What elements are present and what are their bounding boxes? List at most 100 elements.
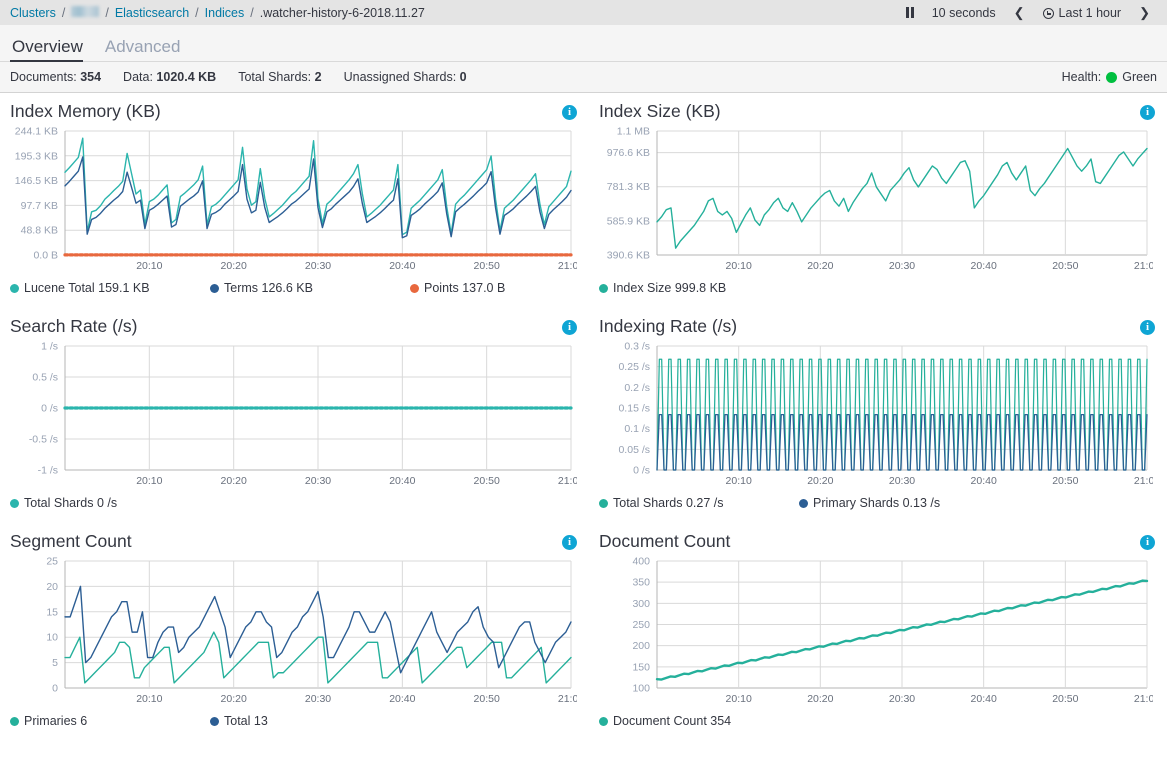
chart-segment-count: 0 5 10 15 20 25 20:10 20:20 20:30 20:40 20:50 21:00 [10, 555, 577, 710]
breadcrumb-separator: / [61, 5, 66, 20]
svg-text:5: 5 [52, 657, 58, 669]
legend-item[interactable]: Total Shards 0 /s [10, 496, 117, 510]
svg-text:20:50: 20:50 [474, 475, 500, 487]
breadcrumb-item-current-index: .watcher-history-6-2018.11.27 [259, 5, 425, 20]
time-range-picker[interactable]: Last 1 hour [1034, 0, 1131, 25]
refresh-interval-button[interactable]: 10 seconds [923, 0, 1005, 25]
svg-text:15: 15 [46, 606, 58, 618]
svg-text:20:10: 20:10 [726, 693, 752, 705]
breadcrumb-item-clusters[interactable]: Clusters [10, 6, 56, 20]
status-data: Data: 1020.4 KB [123, 70, 216, 84]
time-controls: 10 seconds ❮ Last 1 hour ❯ [897, 0, 1159, 25]
status-unassigned-shards-value: 0 [459, 70, 467, 84]
svg-text:20:20: 20:20 [807, 475, 833, 487]
legend-color-dot-icon [210, 283, 219, 293]
breadcrumb: Clusters / / Elasticsearch / Indices / .… [10, 6, 425, 20]
legend-label: Document Count 354 [613, 714, 732, 728]
svg-text:0.15 /s: 0.15 /s [618, 403, 650, 415]
health-label: Health: [1061, 70, 1102, 84]
panel-header: Segment Count i [10, 529, 577, 555]
legend-item[interactable]: Total Shards 0.27 /s [599, 496, 723, 510]
info-icon[interactable]: i [1140, 319, 1155, 335]
status-total-shards-label: Total Shards: [238, 70, 312, 84]
svg-text:21:00: 21:00 [1134, 260, 1153, 272]
svg-text:781.3 KB: 781.3 KB [607, 181, 650, 193]
svg-text:350: 350 [632, 577, 650, 589]
status-unassigned-shards-label: Unassigned Shards: [343, 70, 457, 84]
svg-text:0.1 /s: 0.1 /s [624, 423, 650, 435]
status-data-label: Data: [123, 70, 153, 84]
svg-text:150: 150 [632, 661, 650, 673]
svg-text:20:10: 20:10 [136, 693, 162, 705]
svg-text:20:50: 20:50 [1052, 475, 1078, 487]
svg-text:20:20: 20:20 [221, 475, 247, 487]
chart-document-count: 100 150 200 250 300 350 400 20:10 20:20 20:30 20:4… [599, 555, 1155, 710]
svg-text:100: 100 [632, 683, 650, 695]
svg-text:20:30: 20:30 [305, 260, 331, 272]
legend-item[interactable]: Terms 126.6 KB [210, 281, 313, 295]
info-icon[interactable]: i [562, 534, 577, 550]
svg-text:0.0 B: 0.0 B [33, 250, 58, 262]
chart-indexing-rate: 0 /s 0.05 /s 0.1 /s 0.15 /s 0.2 /s 0.25 /s 0.3… [599, 340, 1155, 492]
legend-color-dot-icon [410, 283, 419, 293]
status-data-value: 1020.4 KB [156, 70, 217, 84]
svg-text:20:10: 20:10 [726, 475, 752, 487]
svg-text:400: 400 [632, 556, 650, 568]
svg-text:0 /s: 0 /s [41, 403, 58, 415]
legend-document-count: Document Count 354 [599, 712, 1155, 730]
info-icon[interactable]: i [1140, 104, 1155, 120]
page-title-index-memory: Index Memory (KB) [10, 101, 161, 122]
tab-overview[interactable]: Overview [10, 38, 91, 62]
breadcrumb-separator: / [105, 5, 109, 20]
breadcrumb-separator: / [250, 5, 254, 20]
svg-text:0.05 /s: 0.05 /s [618, 444, 650, 456]
legend-item[interactable]: Primary Shards 0.13 /s [799, 496, 940, 510]
legend-item[interactable]: Points 137.0 B [410, 281, 505, 295]
legend-search-rate: Total Shards 0 /s [10, 494, 577, 512]
svg-text:20:50: 20:50 [1052, 693, 1078, 705]
status-documents-label: Documents: [10, 70, 77, 84]
info-icon[interactable]: i [562, 319, 577, 335]
tab-advanced[interactable]: Advanced [103, 38, 189, 61]
previous-time-range-button[interactable]: ❮ [1005, 0, 1034, 25]
legend-color-dot-icon [599, 283, 608, 293]
svg-text:20:50: 20:50 [474, 260, 500, 272]
panel-index-size: Index Size (KB) i 390.6 KB 585.9 KB 781.3 … [589, 93, 1167, 308]
svg-text:195.3 KB: 195.3 KB [15, 150, 58, 162]
svg-text:0 /s: 0 /s [633, 465, 650, 477]
next-time-range-button[interactable]: ❯ [1130, 0, 1159, 25]
svg-text:0: 0 [52, 683, 58, 695]
status-total-shards: Total Shards: 2 [238, 70, 321, 84]
info-icon[interactable]: i [1140, 534, 1155, 550]
legend-item[interactable]: Lucene Total 159.1 KB [10, 281, 150, 295]
svg-text:20:40: 20:40 [971, 260, 997, 272]
svg-text:20:40: 20:40 [389, 693, 415, 705]
legend-item[interactable]: Document Count 354 [599, 714, 731, 728]
legend-color-dot-icon [210, 716, 219, 726]
charts-grid: Index Memory (KB) i 0.0 B 48.8 KB 97.7 KB 1… [0, 93, 1167, 737]
legend-label: Total Shards 0 /s [24, 496, 118, 510]
panel-header: Indexing Rate (/s) i [599, 314, 1155, 340]
legend-color-dot-icon [599, 716, 608, 726]
pause-icon [905, 7, 914, 18]
legend-item[interactable]: Index Size 999.8 KB [599, 281, 726, 295]
svg-text:20:50: 20:50 [1052, 260, 1078, 272]
page-title-indexing-rate: Indexing Rate (/s) [599, 316, 738, 337]
legend-label: Primary Shards 0.13 /s [813, 496, 941, 510]
breadcrumb-item-indices[interactable]: Indices [205, 6, 245, 20]
legend-item[interactable]: Primaries 6 [10, 714, 87, 728]
legend-item[interactable]: Total 13 [210, 714, 268, 728]
svg-text:20:50: 20:50 [474, 693, 500, 705]
breadcrumb-item-cluster-name-redacted[interactable] [71, 6, 100, 17]
svg-text:300: 300 [632, 598, 650, 610]
legend-indexing-rate: Total Shards 0.27 /s Primary Shards 0.13 … [599, 494, 1155, 512]
svg-text:21:00: 21:00 [558, 475, 577, 487]
info-icon[interactable]: i [562, 104, 577, 120]
breadcrumb-item-elasticsearch[interactable]: Elasticsearch [115, 6, 189, 20]
legend-color-dot-icon [599, 498, 608, 508]
svg-text:1 /s: 1 /s [41, 341, 58, 353]
panel-header: Document Count i [599, 529, 1155, 555]
svg-text:20:30: 20:30 [305, 475, 331, 487]
status-documents: Documents: 354 [10, 70, 101, 84]
pause-button[interactable] [897, 0, 923, 25]
